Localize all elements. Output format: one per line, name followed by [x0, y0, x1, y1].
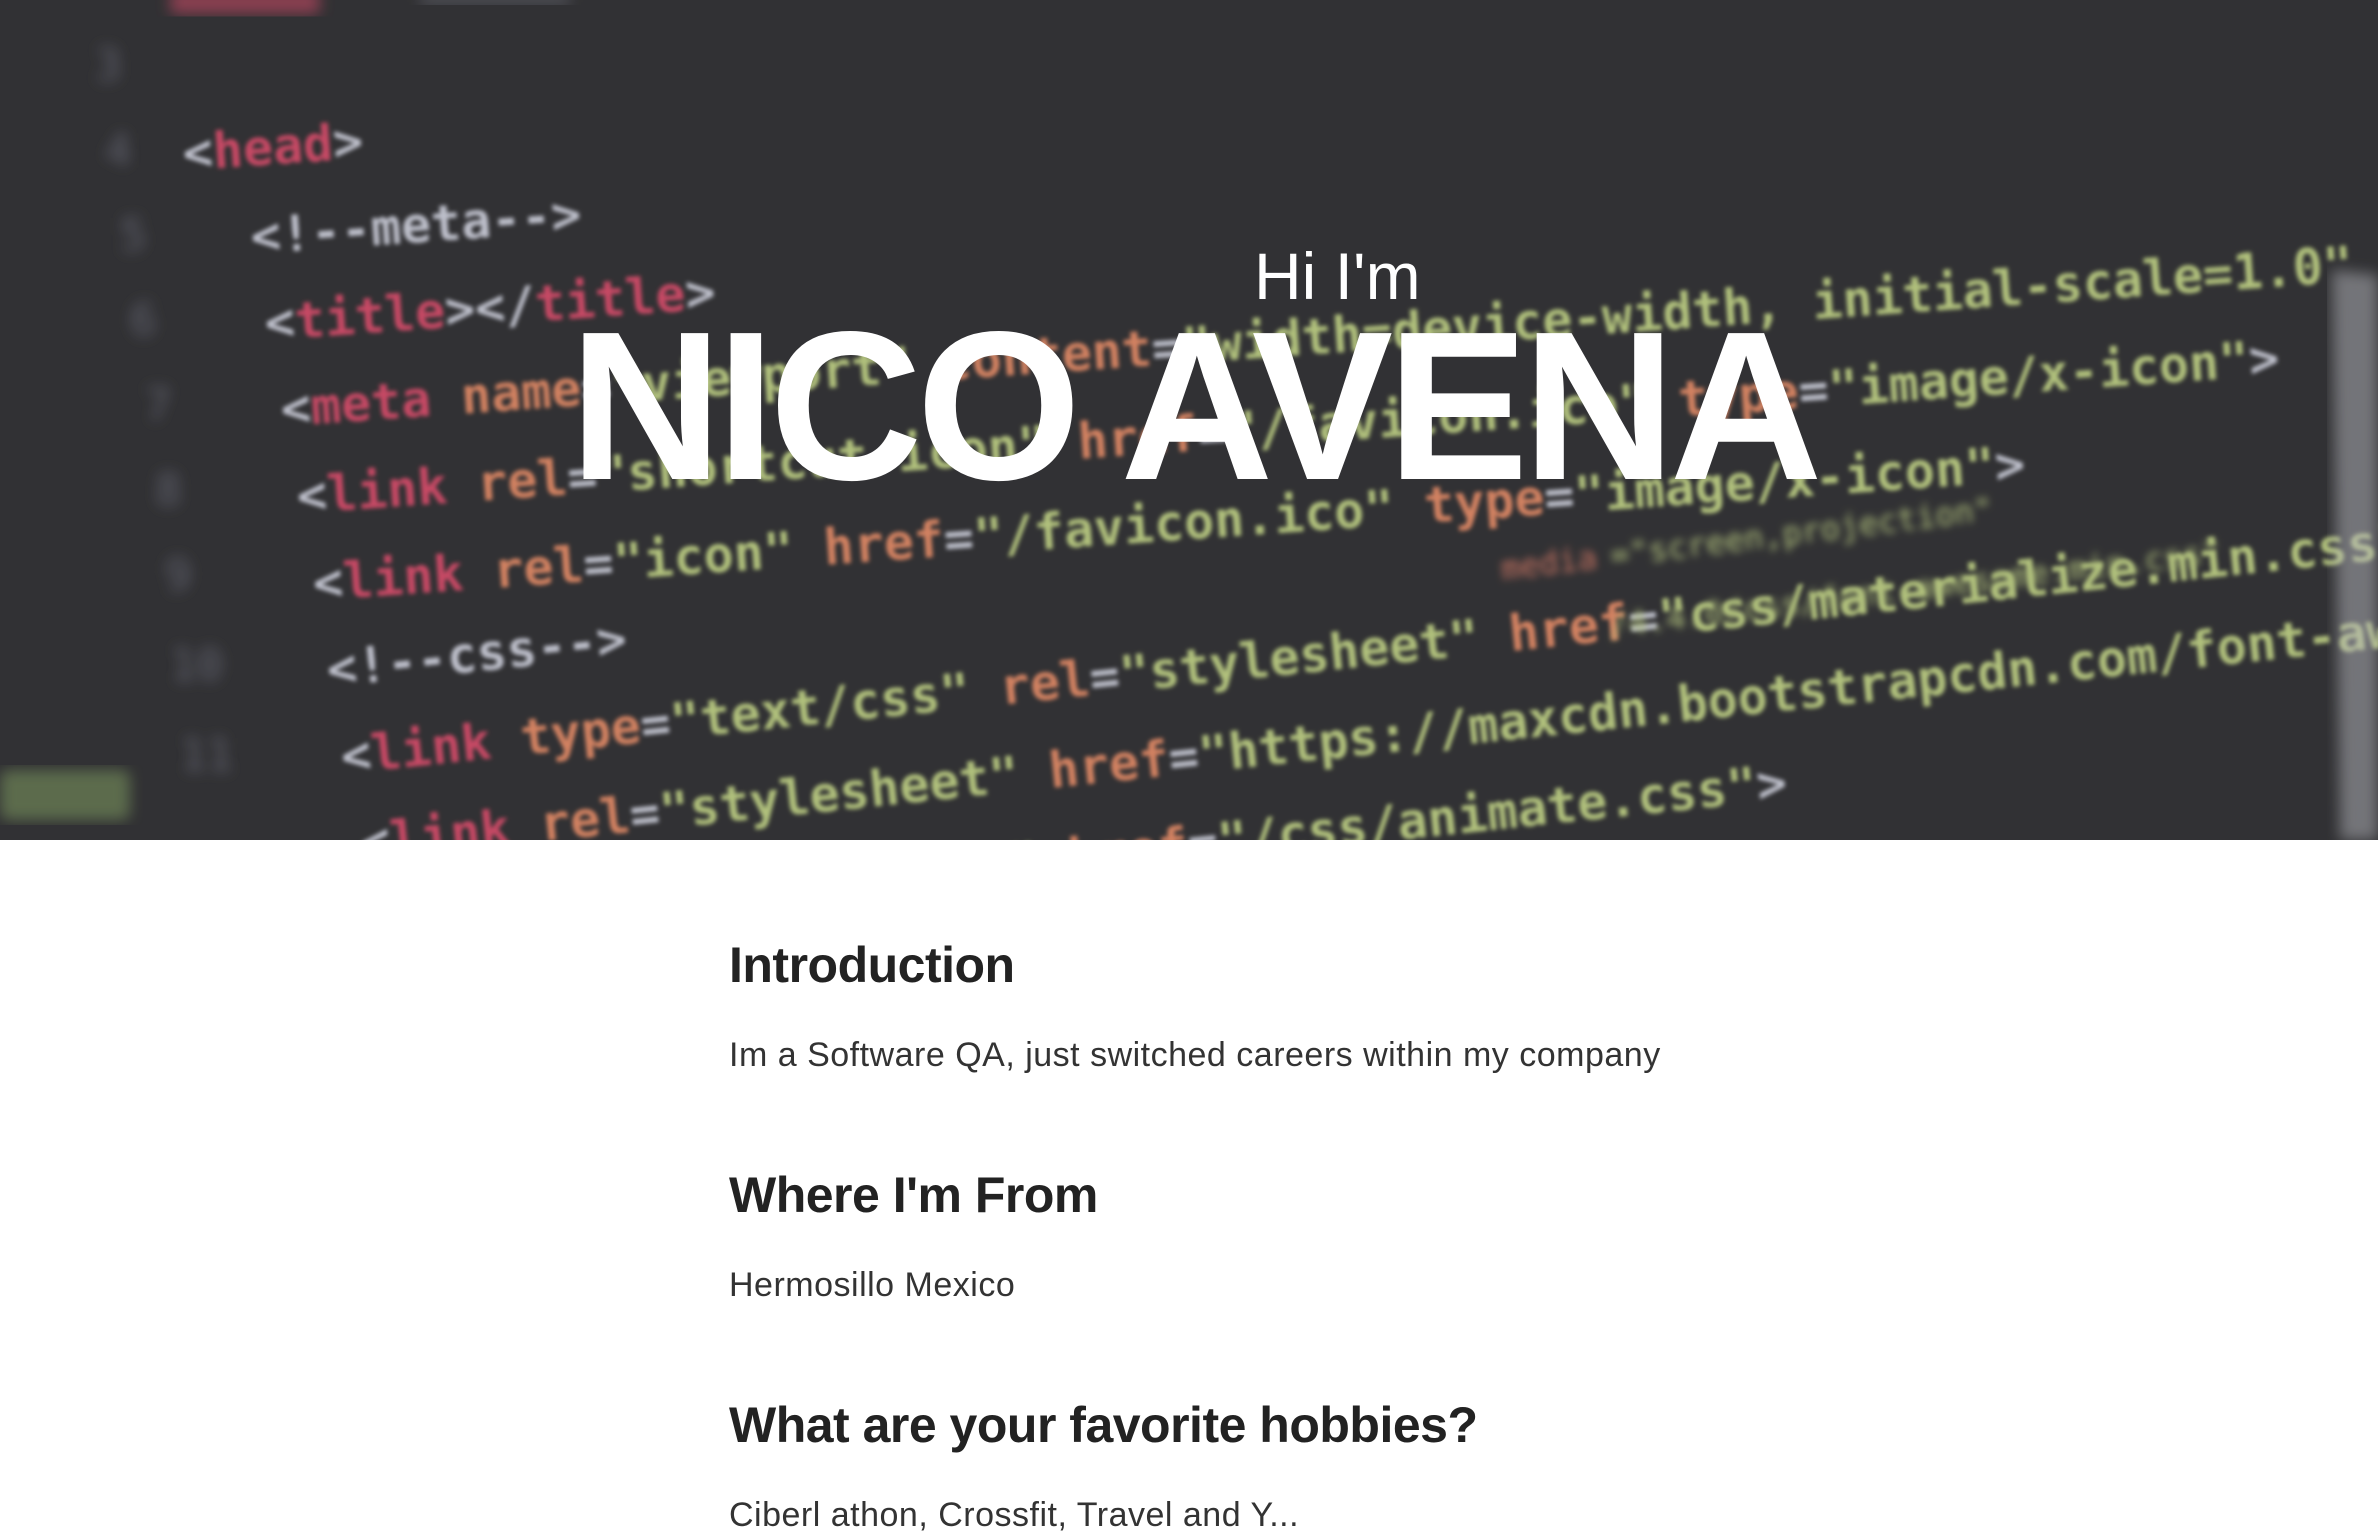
section-title: Introduction	[729, 937, 1015, 993]
hero-banner: 3 4 5 6 7 8 9 10 11 <head> --> <!--meta-…	[0, 0, 2378, 840]
section-title: Where I'm From	[729, 1167, 1098, 1223]
hero-name: NICO AVENA	[569, 287, 1822, 524]
section-text: Im a Software QA, just switched careers …	[729, 1036, 1661, 1074]
section-text: Hermosillo Mexico	[729, 1266, 1016, 1304]
section-text: Ciberl athon, Crossfit, Travel and Y...	[729, 1496, 1300, 1534]
section-title: What are your favorite hobbies?	[729, 1397, 1478, 1453]
